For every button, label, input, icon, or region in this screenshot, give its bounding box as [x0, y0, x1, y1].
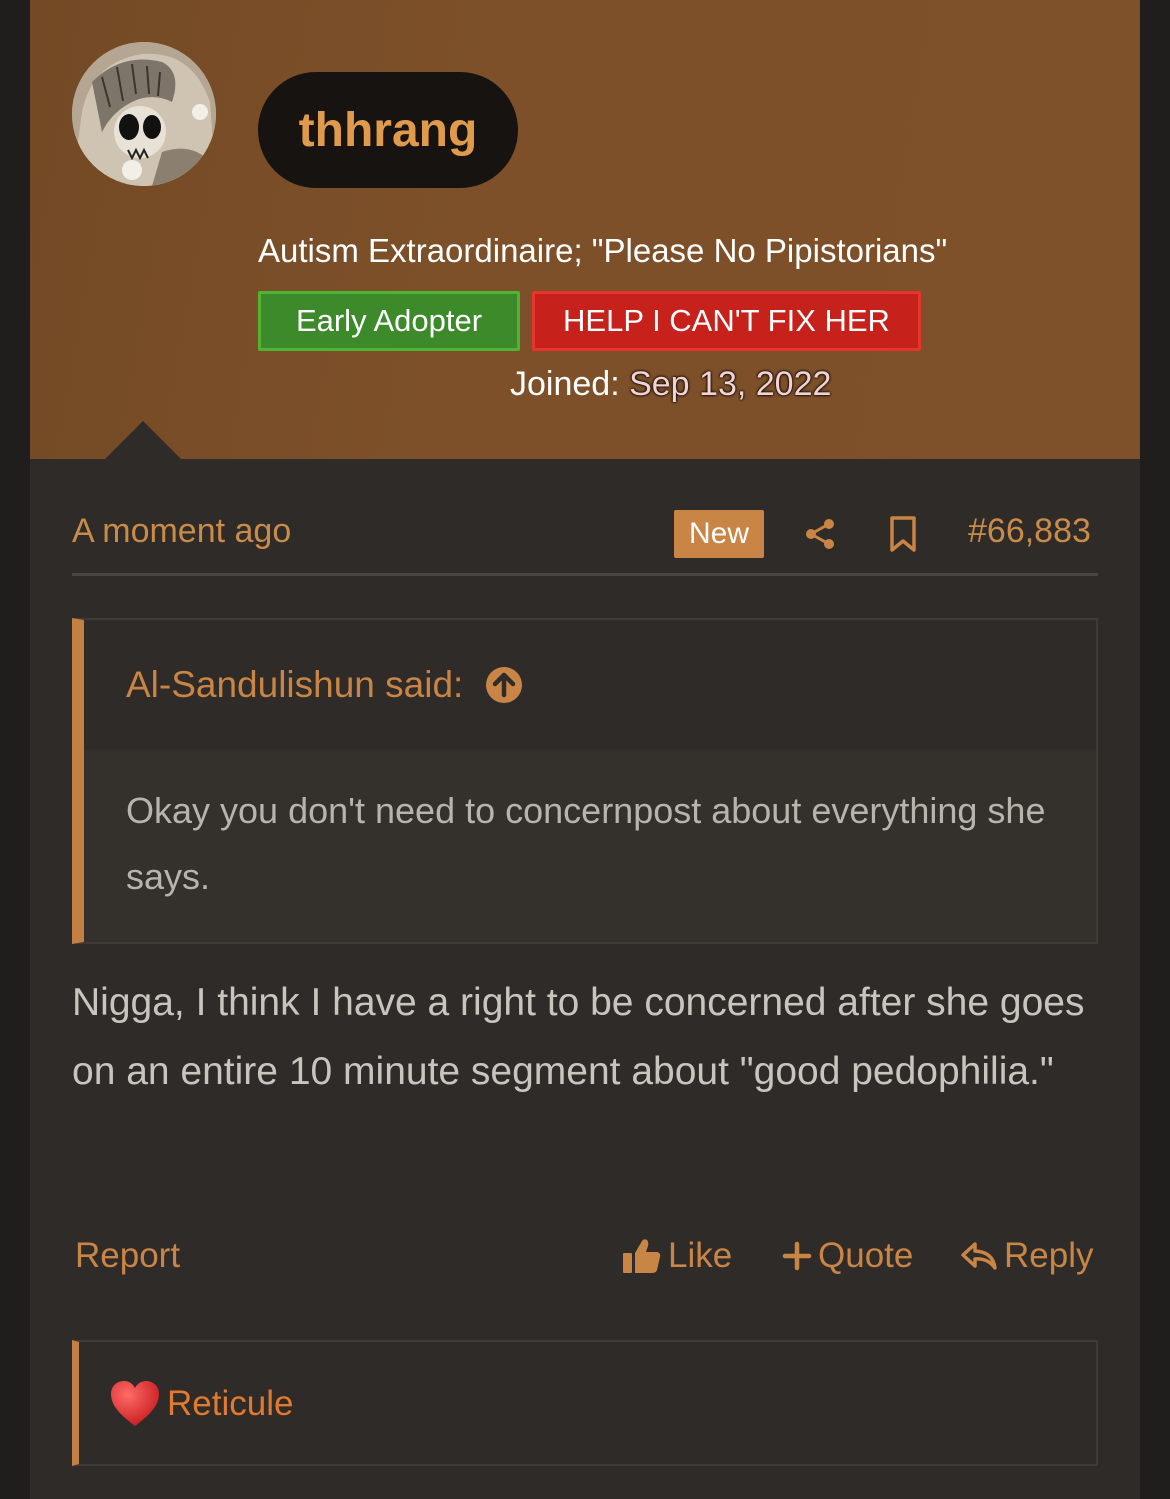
- report-label: Report: [75, 1236, 181, 1275]
- user-header: thhrang Autism Extraordinaire; "Please N…: [30, 0, 1140, 459]
- post-number[interactable]: #66,883: [968, 512, 1091, 551]
- quote-block: Al-Sandulishun said: Okay you don't need…: [72, 618, 1098, 944]
- user-title: Autism Extraordinaire; "Please No Pipist…: [258, 232, 948, 269]
- bookmark-button[interactable]: [883, 510, 923, 558]
- quote-label: Quote: [818, 1236, 914, 1275]
- share-icon: [806, 519, 834, 549]
- username[interactable]: thhrang: [258, 72, 518, 188]
- divider: [72, 573, 1098, 576]
- reply-label: Reply: [1004, 1236, 1094, 1275]
- new-badge: New: [674, 510, 764, 558]
- quote-author-label[interactable]: Al-Sandulishun said:: [126, 664, 463, 706]
- arrow-up-circle-icon[interactable]: [485, 666, 523, 704]
- quote-button[interactable]: Quote: [782, 1236, 913, 1276]
- header-notch: [105, 421, 181, 459]
- joined-info: Joined: Sep 13, 2022: [510, 365, 831, 404]
- report-button[interactable]: Report: [75, 1236, 180, 1276]
- joined-label: Joined:: [510, 365, 620, 403]
- thumbs-up-icon: [623, 1239, 661, 1273]
- quote-header: Al-Sandulishun said:: [84, 620, 1096, 750]
- quote-text: Okay you don't need to concernpost about…: [126, 790, 1046, 897]
- bookmark-icon: [890, 516, 916, 552]
- reply-icon: [961, 1242, 997, 1270]
- post-timestamp[interactable]: A moment ago: [72, 512, 291, 551]
- share-button[interactable]: [800, 510, 840, 558]
- user-banner-custom: HELP I CAN'T FIX HER: [532, 291, 921, 351]
- reactions-bar[interactable]: Reticule: [72, 1340, 1098, 1466]
- joined-date: Sep 13, 2022: [629, 365, 832, 403]
- avatar[interactable]: [72, 42, 216, 186]
- heart-icon: [111, 1381, 159, 1426]
- post-container: thhrang Autism Extraordinaire; "Please N…: [30, 0, 1140, 1499]
- avatar-image: [72, 42, 216, 186]
- post-body: Nigga, I think I have a right to be conc…: [72, 981, 1085, 1093]
- reaction-user[interactable]: Reticule: [167, 1384, 293, 1424]
- like-button[interactable]: Like: [622, 1236, 732, 1276]
- user-banner-early-adopter: Early Adopter: [258, 291, 520, 351]
- reply-button[interactable]: Reply: [960, 1236, 1093, 1276]
- like-label: Like: [668, 1236, 733, 1275]
- plus-icon: [782, 1241, 812, 1271]
- reaction-list: Reticule: [109, 1380, 293, 1428]
- quote-author[interactable]: Al-Sandulishun said:: [126, 664, 523, 706]
